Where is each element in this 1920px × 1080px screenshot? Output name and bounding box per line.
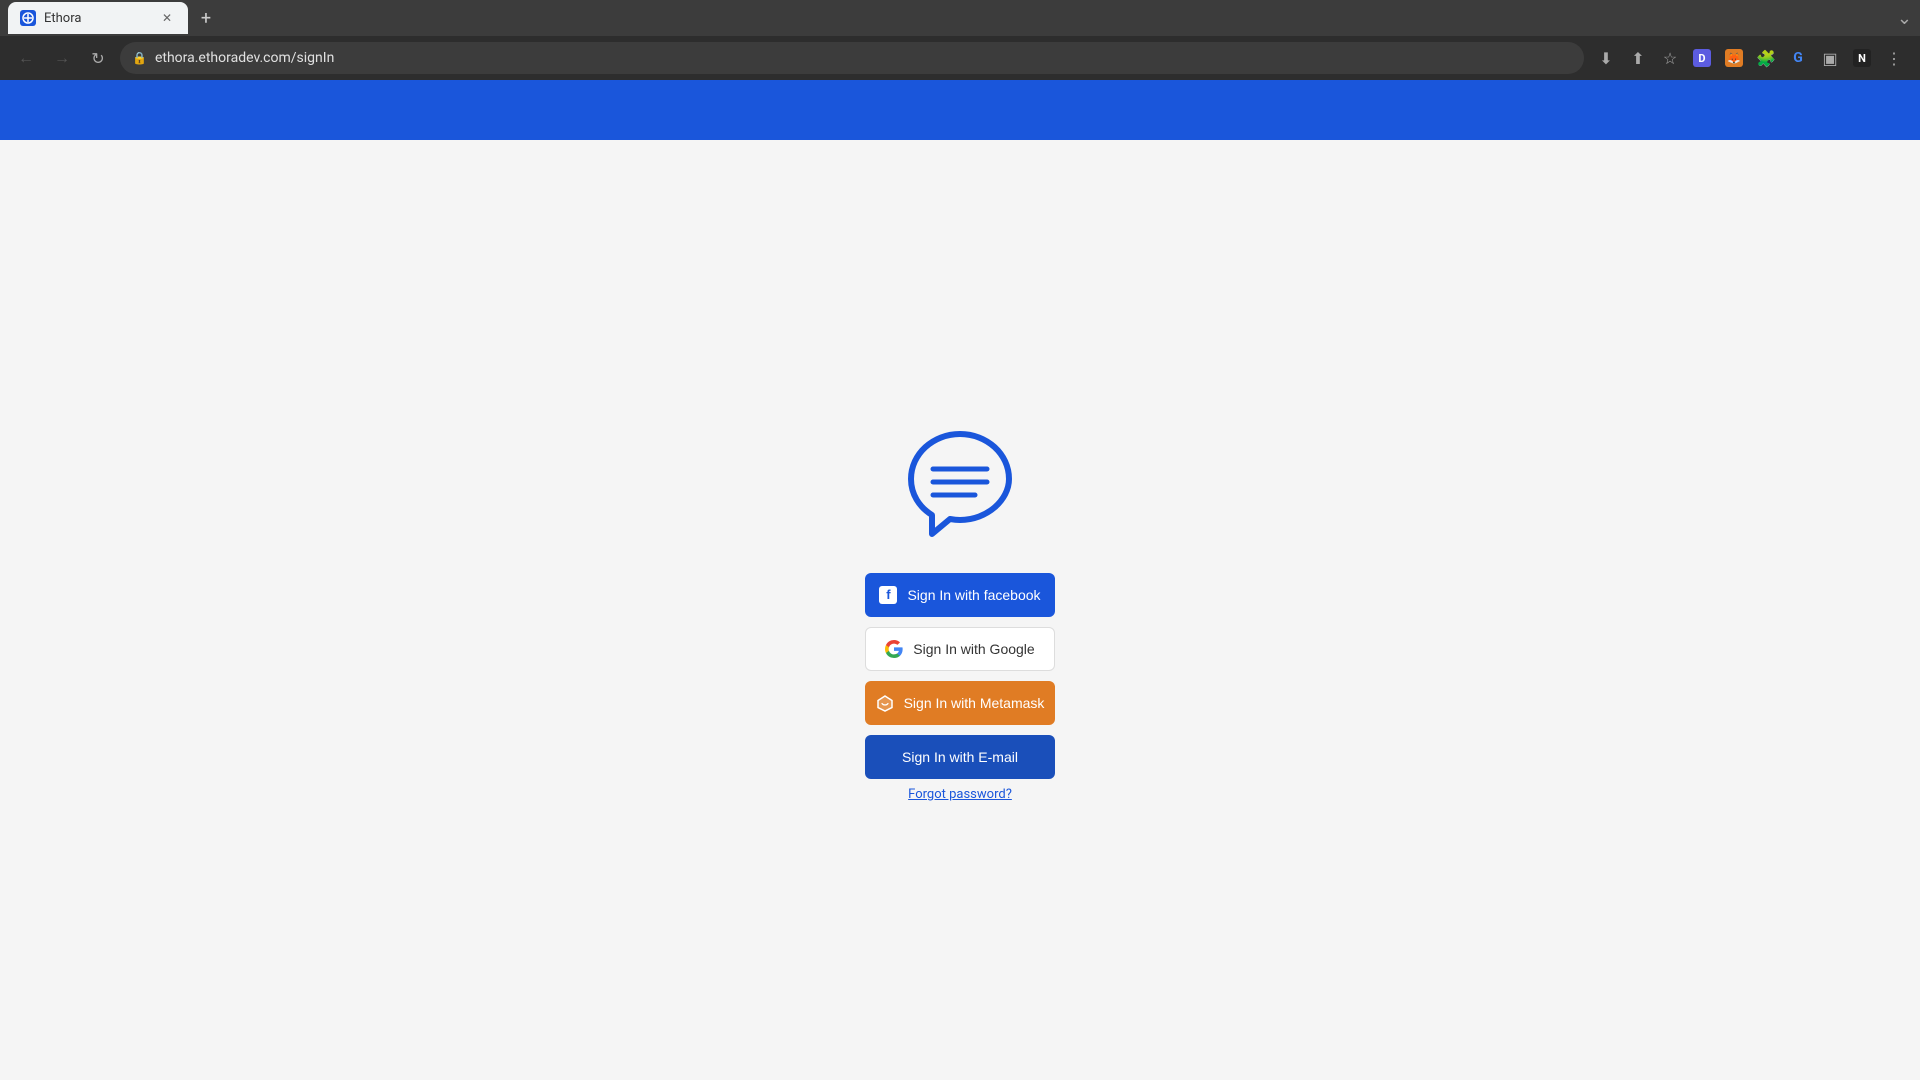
signin-google-label: Sign In with Google <box>913 641 1034 657</box>
signin-facebook-button[interactable]: f Sign In with facebook <box>865 573 1055 617</box>
signin-email-label: Sign In with E-mail <box>902 749 1018 765</box>
refresh-icon: ↻ <box>91 49 104 68</box>
metamask-icon <box>876 694 894 712</box>
bookmark-icon[interactable]: ☆ <box>1656 44 1684 72</box>
upload-icon[interactable]: ⬆ <box>1624 44 1652 72</box>
back-icon: ← <box>18 48 34 68</box>
signin-metamask-label: Sign In with Metamask <box>904 695 1045 711</box>
signin-metamask-button[interactable]: Sign In with Metamask <box>865 681 1055 725</box>
facebook-icon: f <box>879 586 897 604</box>
download-icon[interactable]: ⬇ <box>1592 44 1620 72</box>
google-icon <box>885 640 903 658</box>
forward-icon: → <box>54 48 70 68</box>
menu-button[interactable]: ⋮ <box>1880 44 1908 72</box>
ethora-logo-wrapper <box>895 419 1025 553</box>
omnibox-bar: ← → ↻ 🔒 ethora.ethoradev.com/signIn ⬇ ⬆ … <box>0 36 1920 80</box>
tab-close-button[interactable]: ✕ <box>158 9 176 27</box>
forgot-password-link[interactable]: Forgot password? <box>908 787 1012 802</box>
active-tab[interactable]: Ethora ✕ <box>8 2 188 34</box>
signin-container: f Sign In with facebook Sign In with Goo… <box>865 419 1055 802</box>
address-bar[interactable]: 🔒 ethora.ethoradev.com/signIn <box>120 42 1584 74</box>
tab-title: Ethora <box>44 11 81 26</box>
lock-icon: 🔒 <box>132 51 147 65</box>
url-display: ethora.ethoradev.com/signIn <box>155 50 1572 66</box>
ext-d-icon[interactable]: D <box>1688 44 1716 72</box>
main-content: f Sign In with facebook Sign In with Goo… <box>0 140 1920 1080</box>
app-header <box>0 80 1920 140</box>
ethora-logo-svg <box>895 419 1025 549</box>
ext-n-icon[interactable]: N <box>1848 44 1876 72</box>
tab-bar: Ethora ✕ + ⌄ <box>0 0 1920 36</box>
ext-square-icon[interactable]: ▣ <box>1816 44 1844 72</box>
browser-chrome: Ethora ✕ + ⌄ ← → ↻ 🔒 ethora.ethoradev.co… <box>0 0 1920 80</box>
signin-email-button[interactable]: Sign In with E-mail <box>865 735 1055 779</box>
ext-orange-icon[interactable]: 🦊 <box>1720 44 1748 72</box>
toolbar-icons: ⬇ ⬆ ☆ D 🦊 🧩 G ▣ N ⋮ <box>1592 44 1908 72</box>
back-button[interactable]: ← <box>12 44 40 72</box>
forward-button[interactable]: → <box>48 44 76 72</box>
ext-google-icon[interactable]: G <box>1784 44 1812 72</box>
tab-dropdown-button[interactable]: ⌄ <box>1897 8 1912 29</box>
tab-favicon <box>20 10 36 26</box>
refresh-button[interactable]: ↻ <box>84 44 112 72</box>
signin-buttons: f Sign In with facebook Sign In with Goo… <box>865 573 1055 779</box>
ext-puzzle-icon[interactable]: 🧩 <box>1752 44 1780 72</box>
new-tab-button[interactable]: + <box>192 4 220 32</box>
signin-facebook-label: Sign In with facebook <box>907 587 1040 603</box>
signin-google-button[interactable]: Sign In with Google <box>865 627 1055 671</box>
